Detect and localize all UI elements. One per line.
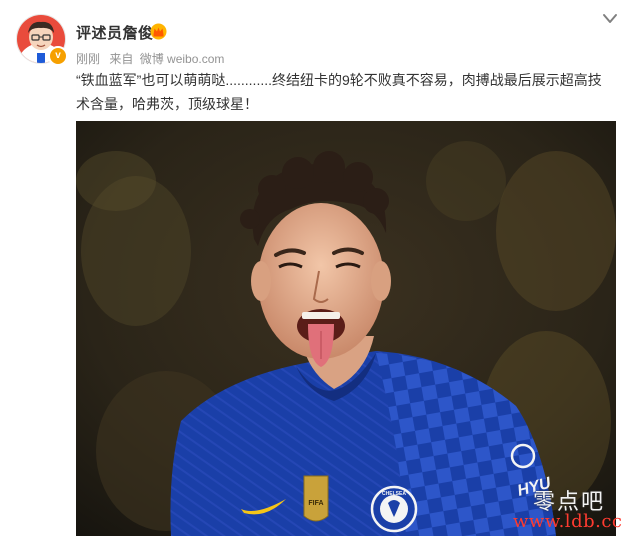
post-time[interactable]: 刚刚	[76, 52, 100, 66]
post-meta: 刚刚 来自 微博 weibo.com	[76, 50, 230, 67]
post-text: “铁血蓝军”也可以萌萌哒............终结纽卡的9轮不败真不容易，肉搏…	[76, 68, 621, 116]
author-avatar[interactable]: v	[16, 14, 68, 66]
watermark-url: www.ldb.cc	[513, 511, 623, 532]
vip-crown-icon	[150, 23, 167, 40]
post-text-line-2: 术含量，哈弗茨，顶级球星！	[76, 96, 258, 112]
post-text-line-1: “铁血蓝军”也可以萌萌哒............终结纽卡的9轮不败真不容易，肉搏…	[76, 72, 602, 88]
fifa-badge-text: FIFA	[308, 500, 323, 507]
post-source[interactable]: 微博 weibo.com	[140, 52, 225, 66]
crest-text: CHELSEA	[382, 491, 406, 497]
post-photo[interactable]: FIFA CHELSEA HYU	[76, 121, 616, 536]
post-source-prefix: 来自	[109, 52, 134, 66]
weibo-post-card: v 评述员詹俊 刚刚 来自 微博 weibo.com “铁血蓝军”也可以萌萌哒.…	[0, 0, 638, 536]
verified-v-icon: v	[48, 46, 68, 66]
chevron-down-icon[interactable]	[602, 12, 618, 26]
author-name[interactable]: 评述员詹俊	[76, 22, 154, 43]
